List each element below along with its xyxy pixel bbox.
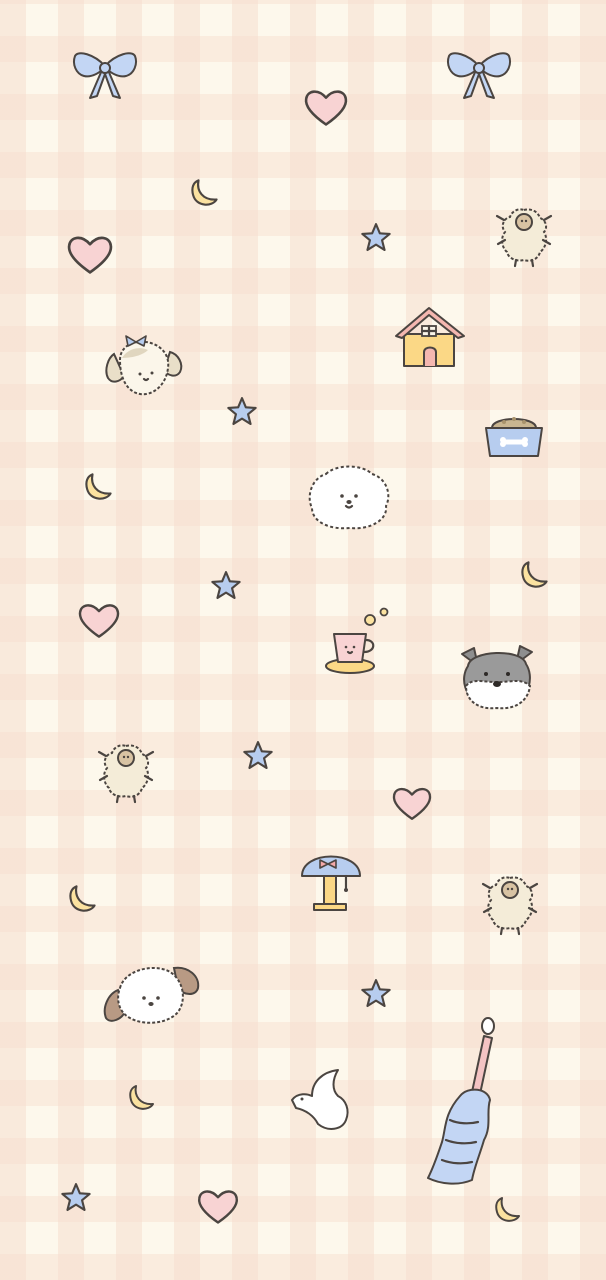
heart-icon [390,784,434,822]
star-icon [60,1182,92,1214]
sheep-icon [494,202,554,268]
heart-icon [196,1186,240,1226]
star-icon [360,222,392,254]
moon-icon [128,1080,160,1112]
moon-icon [84,468,118,502]
star-icon [360,978,392,1010]
moon-icon [494,1192,526,1224]
star-icon [242,740,274,772]
teacup-icon [322,604,394,676]
dog-house-icon [392,304,468,370]
bird-icon [288,1066,352,1134]
wallpaper-background [0,0,606,1280]
star-icon [210,570,242,602]
floppy-ear-dog-icon [100,958,202,1028]
moon-icon [520,556,554,590]
heart-icon [64,232,116,276]
fluffy-dog-icon [306,462,392,532]
bow-icon [444,44,514,104]
moon-icon [190,174,224,208]
bow-icon [70,44,140,104]
sheep-icon [480,870,540,936]
heart-icon [302,86,350,128]
sheep-icon [96,738,156,804]
candle-icon [420,1016,500,1192]
schnauzer-face-icon [456,640,538,712]
star-icon [226,396,258,428]
heart-icon [76,600,122,640]
dog-food-bowl-icon [482,406,546,462]
dog-face-icon [100,330,186,400]
mushroom-lamp-icon [296,842,366,914]
moon-icon [68,880,102,914]
